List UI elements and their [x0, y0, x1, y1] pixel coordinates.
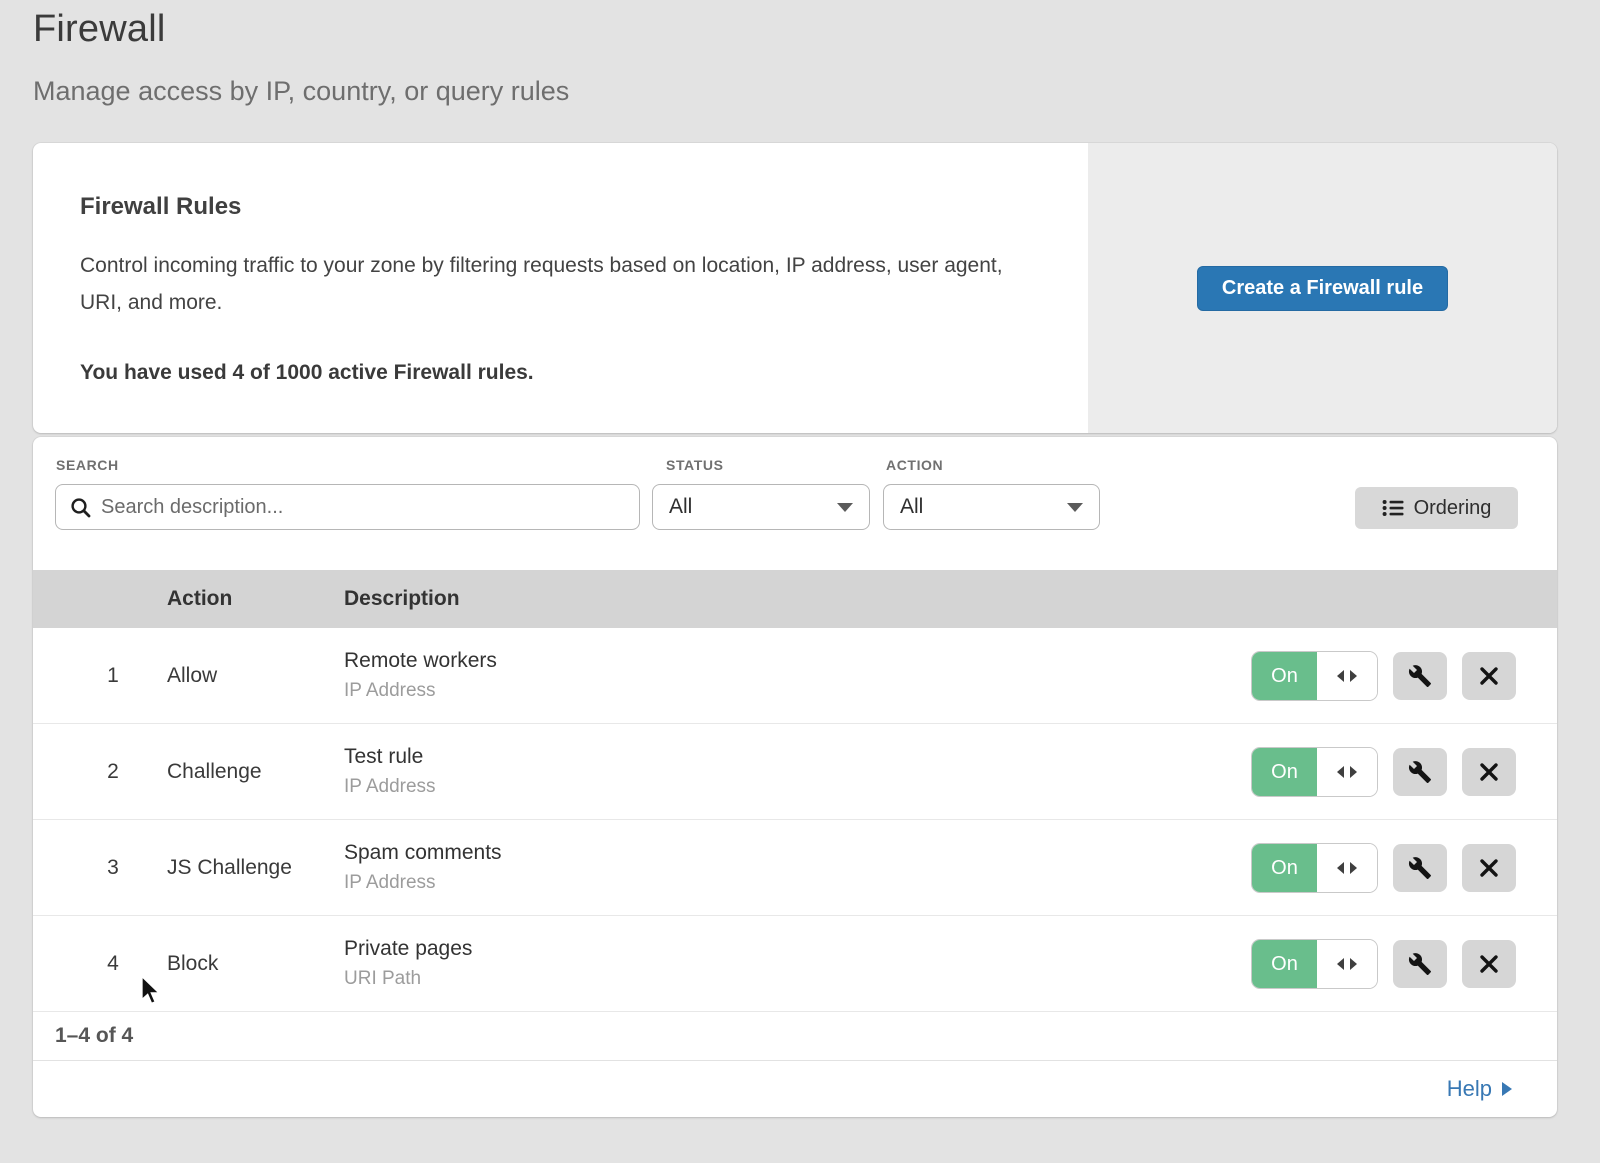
status-select[interactable]: All — [652, 484, 870, 530]
delete-rule-button[interactable] — [1462, 748, 1516, 796]
rule-match-type: URI Path — [344, 968, 472, 990]
help-link-label: Help — [1447, 1076, 1492, 1102]
toggle-handle[interactable] — [1317, 940, 1377, 988]
toggle-on-label: On — [1252, 652, 1317, 700]
delete-rule-button[interactable] — [1462, 940, 1516, 988]
rule-description-cell: Private pages URI Path — [344, 916, 472, 1011]
rule-action: Challenge — [167, 724, 262, 819]
rule-description: Private pages — [344, 937, 472, 961]
close-icon — [1479, 666, 1499, 686]
usage-summary: You have used 4 of 1000 active Firewall … — [80, 361, 1088, 385]
filters-bar: SEARCH STATUS All ACTION All Ordering — [33, 437, 1557, 570]
rule-enabled-toggle[interactable]: On — [1252, 652, 1377, 700]
toggle-on-label: On — [1252, 748, 1317, 796]
search-input[interactable] — [101, 496, 625, 519]
close-icon — [1479, 762, 1499, 782]
rule-priority-number: 3 — [93, 820, 133, 915]
rule-priority-number: 1 — [93, 628, 133, 723]
pagination-row: 1–4 of 4 — [33, 1012, 1557, 1061]
rule-description: Test rule — [344, 745, 436, 769]
chevron-down-icon — [837, 503, 853, 512]
rule-description-cell: Remote workers IP Address — [344, 628, 497, 723]
action-select-value: All — [900, 495, 923, 519]
status-label: STATUS — [666, 457, 724, 473]
toggle-handle[interactable] — [1317, 652, 1377, 700]
rule-action: Allow — [167, 628, 217, 723]
close-icon — [1479, 858, 1499, 878]
delete-rule-button[interactable] — [1462, 844, 1516, 892]
wrench-icon — [1408, 760, 1432, 784]
search-box[interactable] — [55, 484, 640, 530]
ordering-button[interactable]: Ordering — [1355, 487, 1518, 529]
overview-card-side-panel: Create a Firewall rule — [1088, 143, 1557, 433]
edit-rule-button[interactable] — [1393, 748, 1447, 796]
delete-rule-button[interactable] — [1462, 652, 1516, 700]
table-row: 2 Challenge Test rule IP Address On — [33, 724, 1557, 820]
search-label: SEARCH — [56, 457, 119, 473]
status-select-value: All — [669, 495, 692, 519]
page-header: Firewall Manage access by IP, country, o… — [33, 8, 569, 107]
rule-enabled-toggle[interactable]: On — [1252, 940, 1377, 988]
rule-description-cell: Spam comments IP Address — [344, 820, 502, 915]
left-right-arrows-icon — [1336, 861, 1358, 875]
left-right-arrows-icon — [1336, 669, 1358, 683]
overview-card-content: Firewall Rules Control incoming traffic … — [33, 143, 1088, 433]
overview-description: Control incoming traffic to your zone by… — [80, 247, 1028, 321]
toggle-on-label: On — [1252, 844, 1317, 892]
column-header-action: Action — [167, 587, 232, 611]
wrench-icon — [1408, 856, 1432, 880]
page-subtitle: Manage access by IP, country, or query r… — [33, 76, 569, 107]
left-right-arrows-icon — [1336, 765, 1358, 779]
toggle-handle[interactable] — [1317, 844, 1377, 892]
wrench-icon — [1408, 664, 1432, 688]
search-icon — [70, 497, 91, 518]
ordering-button-label: Ordering — [1414, 497, 1492, 520]
overview-card: Firewall Rules Control incoming traffic … — [33, 143, 1557, 433]
edit-rule-button[interactable] — [1393, 844, 1447, 892]
chevron-down-icon — [1067, 503, 1083, 512]
rule-description: Spam comments — [344, 841, 502, 865]
rule-priority-number: 4 — [93, 916, 133, 1011]
action-label: ACTION — [886, 457, 943, 473]
rule-enabled-toggle[interactable]: On — [1252, 748, 1377, 796]
table-row: 4 Block Private pages URI Path On — [33, 916, 1557, 1012]
action-select[interactable]: All — [883, 484, 1100, 530]
help-row: Help — [33, 1061, 1557, 1117]
rule-match-type: IP Address — [344, 872, 502, 894]
toggle-handle[interactable] — [1317, 748, 1377, 796]
rule-description: Remote workers — [344, 649, 497, 673]
create-firewall-rule-button[interactable]: Create a Firewall rule — [1197, 266, 1448, 311]
rule-action: JS Challenge — [167, 820, 292, 915]
table-header: Action Description — [33, 570, 1557, 628]
edit-rule-button[interactable] — [1393, 940, 1447, 988]
rule-priority-number: 2 — [93, 724, 133, 819]
rules-card: SEARCH STATUS All ACTION All Ordering — [33, 437, 1557, 1117]
wrench-icon — [1408, 952, 1432, 976]
table-row: 1 Allow Remote workers IP Address On — [33, 628, 1557, 724]
left-right-arrows-icon — [1336, 957, 1358, 971]
help-link[interactable]: Help — [1447, 1076, 1512, 1102]
pagination-text: 1–4 of 4 — [55, 1024, 133, 1048]
overview-heading: Firewall Rules — [80, 193, 1088, 221]
help-arrow-icon — [1502, 1082, 1512, 1096]
rule-action: Block — [167, 916, 218, 1011]
table-body: 1 Allow Remote workers IP Address On — [33, 628, 1557, 1012]
page-title: Firewall — [33, 8, 569, 51]
rule-match-type: IP Address — [344, 680, 497, 702]
rule-match-type: IP Address — [344, 776, 436, 798]
rule-enabled-toggle[interactable]: On — [1252, 844, 1377, 892]
toggle-on-label: On — [1252, 940, 1317, 988]
column-header-description: Description — [344, 587, 460, 611]
edit-rule-button[interactable] — [1393, 652, 1447, 700]
close-icon — [1479, 954, 1499, 974]
list-icon — [1382, 498, 1404, 518]
table-row: 3 JS Challenge Spam comments IP Address … — [33, 820, 1557, 916]
rule-description-cell: Test rule IP Address — [344, 724, 436, 819]
